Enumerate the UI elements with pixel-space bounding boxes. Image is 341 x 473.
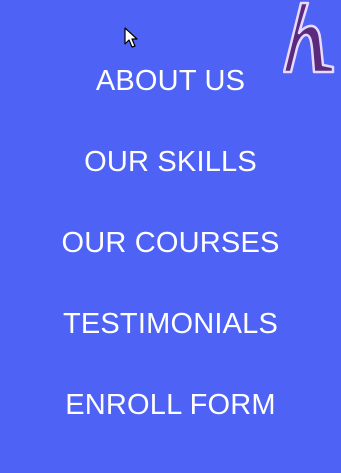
menu-item-our-courses[interactable]: OUR COURSES	[0, 229, 341, 258]
menu-item-enroll-form[interactable]: ENROLL FORM	[0, 391, 341, 420]
menu-item-testimonials[interactable]: TESTIMONIALS	[0, 310, 341, 339]
menu-item-our-skills[interactable]: OUR SKILLS	[0, 148, 341, 177]
h-logo-icon[interactable]	[283, 0, 335, 74]
